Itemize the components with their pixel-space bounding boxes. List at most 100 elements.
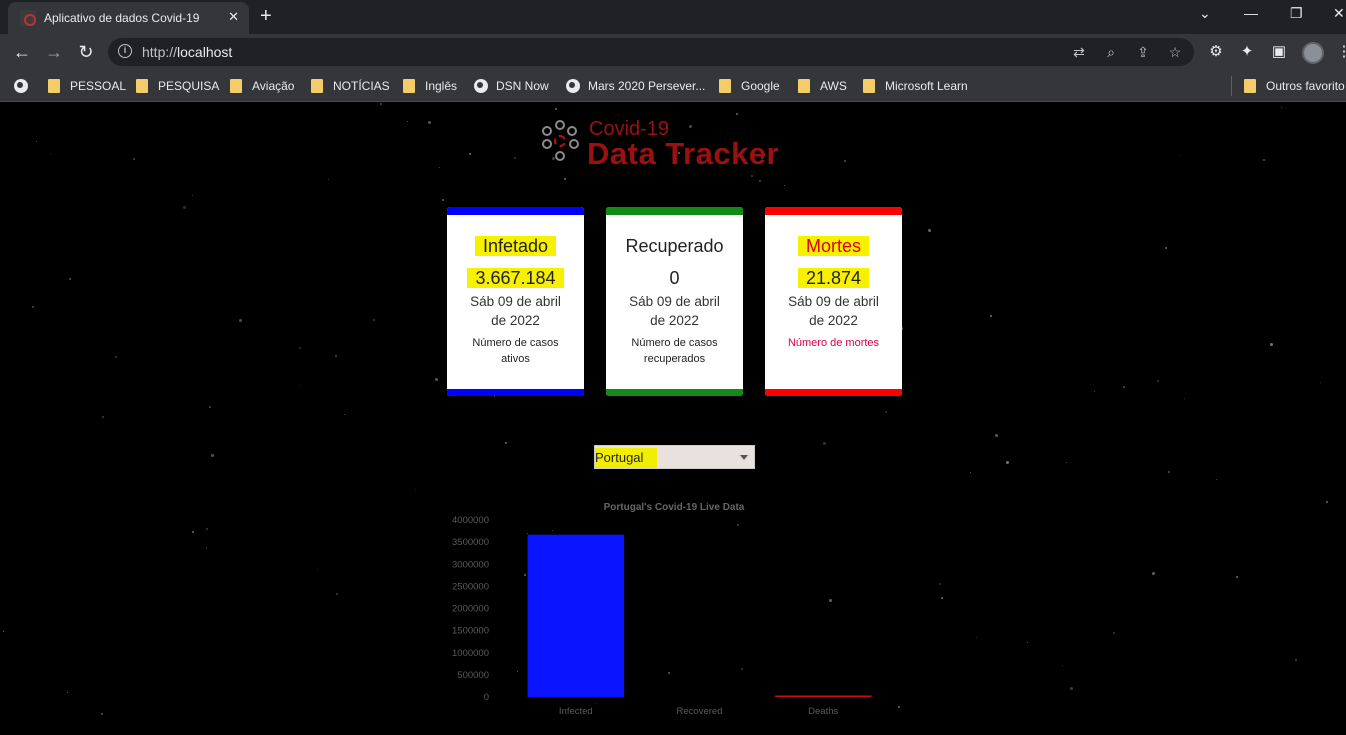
star (299, 347, 301, 349)
star (442, 199, 444, 201)
star (1094, 391, 1095, 392)
deaths-card: Mortes 21.874 Sáb 09 de abril de 2022 Nú… (765, 207, 902, 396)
bookmark-apps[interactable] (14, 77, 36, 95)
bookmark-aviacao[interactable]: Aviação (230, 77, 294, 95)
bookmark-pessoal[interactable]: PESSOAL (48, 77, 126, 95)
star (336, 593, 338, 595)
browser-toolbar: ← → ↻ i http://localhost ⇄ ⌕ ⇪ ☆ ⚙ ✦ ▣ ⋮ (0, 34, 1346, 70)
star (928, 229, 931, 232)
logo-dot (542, 139, 552, 149)
star (1281, 107, 1282, 108)
x-tick-label: Recovered (677, 706, 723, 717)
star (514, 157, 516, 159)
infected-card: Infetado 3.667.184 Sáb 09 de abril de 20… (447, 207, 584, 396)
star (50, 154, 51, 155)
zoom-icon[interactable]: ⌕ (1102, 43, 1120, 61)
tab-title: Aplicativo de dados Covid-19 (44, 11, 200, 25)
infected-value-text: 3.667.184 (467, 268, 564, 288)
star (344, 414, 345, 415)
chevron-down-icon (740, 455, 748, 460)
star (1165, 247, 1167, 249)
recovered-title: Recuperado (625, 236, 724, 256)
star (32, 306, 34, 308)
bookmark-pesquisa[interactable]: PESQUISA (136, 77, 219, 95)
y-tick-label: 0 (484, 692, 489, 703)
card-top-bar (447, 207, 584, 215)
tab-close-icon[interactable]: ✕ (228, 9, 239, 25)
bookmark-label: Outros favorito (1266, 79, 1345, 93)
logo-dot (555, 120, 565, 130)
bookmark-outros-favoritos[interactable]: Outros favorito (1244, 77, 1345, 95)
covid-favicon-icon (20, 10, 36, 26)
star (415, 489, 416, 490)
star (115, 356, 117, 358)
star (239, 319, 242, 322)
bookmark-noticias[interactable]: NOTÍCIAS (311, 77, 390, 95)
bookmark-label: Inglês (425, 79, 458, 93)
star (407, 121, 408, 122)
folder-icon (48, 79, 60, 93)
settings-gear-icon[interactable]: ⚙ (1206, 42, 1226, 62)
side-panel-icon[interactable]: ▣ (1269, 42, 1289, 62)
star (328, 179, 329, 180)
bar-infected (527, 534, 625, 697)
y-tick-label: 3500000 (452, 537, 489, 548)
star (1066, 462, 1067, 463)
star (1157, 380, 1159, 382)
country-select[interactable]: Portugal (594, 445, 755, 469)
bookmark-dsn-now[interactable]: DSN Now (474, 77, 549, 95)
deaths-description: Número de mortes (787, 337, 880, 349)
globe-icon (474, 79, 488, 93)
bookmark-label: PESQUISA (158, 79, 220, 93)
bookmark-ingles[interactable]: Inglês (403, 77, 457, 95)
bookmark-google[interactable]: Google (719, 77, 780, 95)
star (69, 278, 71, 280)
star (823, 442, 826, 445)
browser-tab[interactable]: Aplicativo de dados Covid-19 ✕ (8, 2, 249, 34)
bookmark-label: DSN Now (496, 79, 549, 93)
star (299, 385, 300, 386)
y-tick-label: 2000000 (452, 604, 489, 615)
menu-kebab-icon[interactable]: ⋮ (1334, 42, 1346, 62)
bookmark-microsoft-learn[interactable]: Microsoft Learn (863, 77, 968, 95)
star (1295, 659, 1297, 661)
star (36, 141, 37, 142)
minimize-button[interactable]: — (1244, 5, 1258, 21)
extensions-puzzle-icon[interactable]: ✦ (1237, 42, 1257, 62)
bookmark-label: Mars 2020 Persever... (588, 79, 706, 93)
bookmark-label: NOTÍCIAS (333, 79, 390, 93)
star (736, 113, 738, 115)
star (844, 160, 846, 162)
star (206, 547, 207, 548)
bookmark-mars-2020[interactable]: Mars 2020 Persever... (566, 77, 705, 95)
star (784, 185, 785, 186)
tab-search-icon[interactable]: ⌄ (1199, 5, 1211, 22)
reload-icon[interactable]: ↻ (74, 40, 98, 64)
infected-title-text: Infetado (474, 236, 557, 256)
bookmark-star-icon[interactable]: ☆ (1166, 43, 1184, 61)
star (133, 158, 135, 160)
infected-date: Sáb 09 de abril de 2022 (470, 294, 561, 328)
profile-avatar[interactable] (1302, 42, 1324, 64)
bookmark-aws[interactable]: AWS (798, 77, 847, 95)
url-text[interactable]: http://localhost (142, 44, 232, 60)
close-window-button[interactable]: ✕ (1333, 5, 1345, 22)
bookmarks-divider (1231, 76, 1232, 96)
folder-icon (1244, 79, 1256, 93)
star (1168, 471, 1170, 473)
star (976, 637, 977, 638)
new-tab-button[interactable]: + (260, 5, 272, 27)
translate-icon[interactable]: ⇄ (1070, 43, 1088, 61)
address-bar[interactable]: i http://localhost ⇄ ⌕ ⇪ ☆ (108, 38, 1194, 66)
url-scheme: http:// (142, 44, 178, 60)
card-bottom-bar (447, 389, 584, 396)
site-info-icon[interactable]: i (118, 44, 132, 58)
star (505, 442, 507, 444)
restore-button[interactable]: ❐ (1290, 5, 1303, 22)
star (555, 108, 557, 110)
back-arrow-icon[interactable]: ← (10, 40, 34, 64)
browser-tab-strip: Aplicativo de dados Covid-19 ✕ + ⌄ — ❐ ✕ (0, 0, 1346, 34)
share-icon[interactable]: ⇪ (1134, 43, 1152, 61)
forward-arrow-icon[interactable]: → (42, 40, 66, 64)
star (564, 178, 566, 180)
